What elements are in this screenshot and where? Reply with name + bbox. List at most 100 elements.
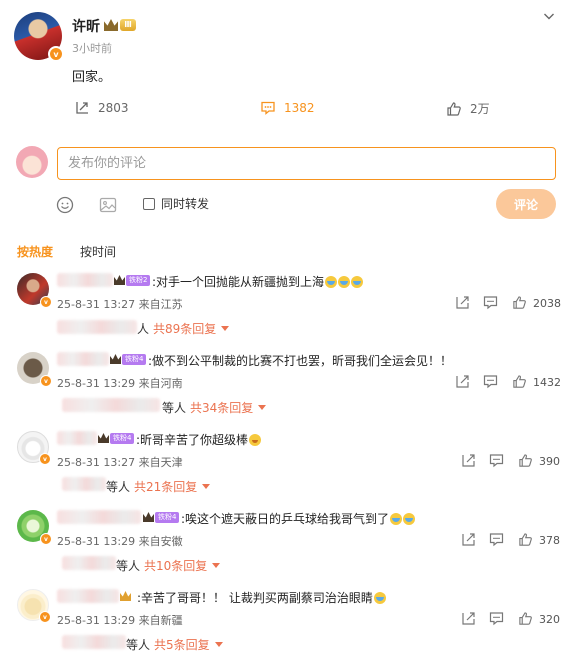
like-icon: [447, 101, 461, 116]
share-icon[interactable]: [461, 453, 476, 468]
tab-sort-hot[interactable]: 按热度: [17, 243, 53, 260]
chevron-down-icon: [214, 642, 223, 647]
reply-summary[interactable]: 等人 共5条回复: [126, 636, 223, 653]
crown-icon: [120, 591, 131, 601]
comment-text: :做不到公平制裁的比赛不打也罢，昕哥我们全运会见！！: [148, 354, 453, 368]
chevron-down-icon: [202, 484, 211, 489]
comment-meta: 25-8-31 13:29 来自河南: [57, 377, 183, 390]
comment-text: :唉这个遮天蔽日的乒乓球给我哥气到了: [181, 510, 416, 527]
crown-icon: [98, 433, 109, 443]
cry-emoji-icon: [403, 513, 416, 525]
reply-summary[interactable]: 等人 共21条回复: [106, 478, 211, 495]
post-text: 回家。: [72, 70, 112, 85]
hug-emoji-icon: [249, 434, 262, 446]
like-count: 378: [539, 534, 560, 547]
reply-icon[interactable]: [489, 453, 504, 468]
comment-item: v 铁粉4 :做不到公平制裁的比赛不打也罢，昕哥我们全运会见！！ 25-8-31…: [0, 352, 574, 432]
verified-badge-icon: v: [39, 611, 51, 623]
submit-comment-button[interactable]: 评论: [496, 189, 556, 219]
chevron-down-icon: [258, 405, 267, 410]
replier-names-blurred: [62, 556, 116, 570]
author-avatar[interactable]: v: [14, 12, 64, 62]
reply-summary[interactable]: 等人 共10条回复: [116, 557, 221, 574]
like-icon[interactable]: [512, 374, 527, 389]
cry-emoji-icon: [338, 276, 351, 288]
comment-input[interactable]: [57, 147, 556, 180]
replier-names-blurred: [62, 635, 126, 649]
repost-label: 同时转发: [161, 197, 210, 211]
comment-button[interactable]: 1382: [260, 100, 315, 116]
my-avatar: [16, 146, 48, 178]
comment-item: v 铁粉4 :唉这个遮天蔽日的乒乓球给我哥气到了 25-8-31 13:29 来…: [0, 510, 574, 590]
like-count: 1432: [533, 376, 561, 389]
comment-text: :对手一个回抛能从新疆抛到上海: [152, 273, 364, 290]
sort-tabs: 按热度 按时间: [17, 243, 143, 260]
cry-emoji-icon: [390, 513, 403, 525]
commenter-avatar[interactable]: v: [17, 352, 52, 387]
comment-meta: 25-8-31 13:27 来自江苏: [57, 298, 183, 311]
post-time[interactable]: 3小时前: [72, 40, 112, 56]
like-icon[interactable]: [512, 295, 527, 310]
verified-badge-icon: v: [39, 453, 51, 465]
reply-icon[interactable]: [483, 295, 498, 310]
share-icon[interactable]: [461, 611, 476, 626]
commenter-name-blurred[interactable]: [57, 352, 109, 366]
like-icon[interactable]: [518, 611, 533, 626]
comment-meta: 25-8-31 13:29 来自新疆: [57, 614, 183, 627]
reply-icon[interactable]: [483, 374, 498, 389]
reply-icon[interactable]: [489, 611, 504, 626]
repost-checkbox[interactable]: [143, 197, 155, 210]
verified-badge-icon: v: [48, 46, 64, 62]
comment-text: :辛苦了哥哥！！ 让裁判买两副蔡司治治眼睛: [137, 589, 386, 606]
cry-emoji-icon: [373, 592, 386, 604]
repost-icon: [76, 102, 88, 114]
verified-badge-icon: v: [40, 296, 52, 308]
like-button[interactable]: 2万: [446, 100, 490, 117]
vip-badge-icon: Ⅲ: [104, 17, 138, 33]
reply-summary[interactable]: 等人 共34条回复: [162, 399, 267, 416]
chevron-down-icon[interactable]: [543, 10, 555, 22]
fan-badge: [120, 589, 131, 603]
crown-icon: [104, 19, 118, 31]
commenter-name-blurred[interactable]: [57, 510, 141, 524]
comment-item: v 铁粉2 :对手一个回抛能从新疆抛到上海 25-8-31 13:27 来自江苏…: [0, 273, 574, 353]
like-icon[interactable]: [518, 453, 533, 468]
crown-icon: [110, 354, 121, 364]
comment-meta: 25-8-31 13:27 来自天津: [57, 456, 183, 469]
chevron-down-icon: [221, 326, 230, 331]
verified-badge-icon: v: [40, 533, 52, 545]
like-count: 390: [539, 455, 560, 468]
commenter-name-blurred[interactable]: [57, 273, 113, 287]
like-icon[interactable]: [518, 532, 533, 547]
reply-summary[interactable]: 人共89条回复: [137, 320, 230, 337]
emoji-icon[interactable]: [56, 196, 74, 214]
comment-count: 1382: [284, 101, 315, 115]
share-icon[interactable]: [455, 295, 470, 310]
like-count: 2038: [533, 297, 561, 310]
commenter-name-blurred[interactable]: [57, 431, 97, 445]
fan-badge: 铁粉4: [143, 510, 180, 524]
comment-meta: 25-8-31 13:29 来自安徽: [57, 535, 183, 548]
commenter-avatar[interactable]: v: [17, 273, 52, 308]
verified-badge-icon: v: [40, 375, 52, 387]
repost-checkbox-row[interactable]: 同时转发: [143, 195, 209, 212]
comment-item: v 铁粉4 :昕哥辛苦了你超级棒 25-8-31 13:27 来自天津 390 …: [0, 431, 574, 511]
level-badge: Ⅲ: [120, 19, 136, 31]
commenter-name-blurred[interactable]: [57, 589, 119, 603]
image-icon[interactable]: [99, 196, 117, 214]
chevron-down-icon: [212, 563, 221, 568]
repost-button[interactable]: 2803: [74, 100, 129, 116]
share-icon[interactable]: [461, 532, 476, 547]
share-icon[interactable]: [455, 374, 470, 389]
post-actions: 2803 1382 2万: [0, 100, 574, 120]
tab-sort-time[interactable]: 按时间: [80, 243, 116, 260]
commenter-avatar[interactable]: v: [17, 589, 51, 623]
crown-icon: [114, 275, 125, 285]
reply-icon[interactable]: [489, 532, 504, 547]
fan-badge: 铁粉4: [98, 431, 135, 445]
repost-count: 2803: [98, 101, 129, 115]
commenter-avatar[interactable]: v: [17, 510, 52, 545]
crown-icon: [143, 512, 154, 522]
commenter-avatar[interactable]: v: [17, 431, 51, 465]
author-name[interactable]: 许昕: [72, 16, 100, 36]
